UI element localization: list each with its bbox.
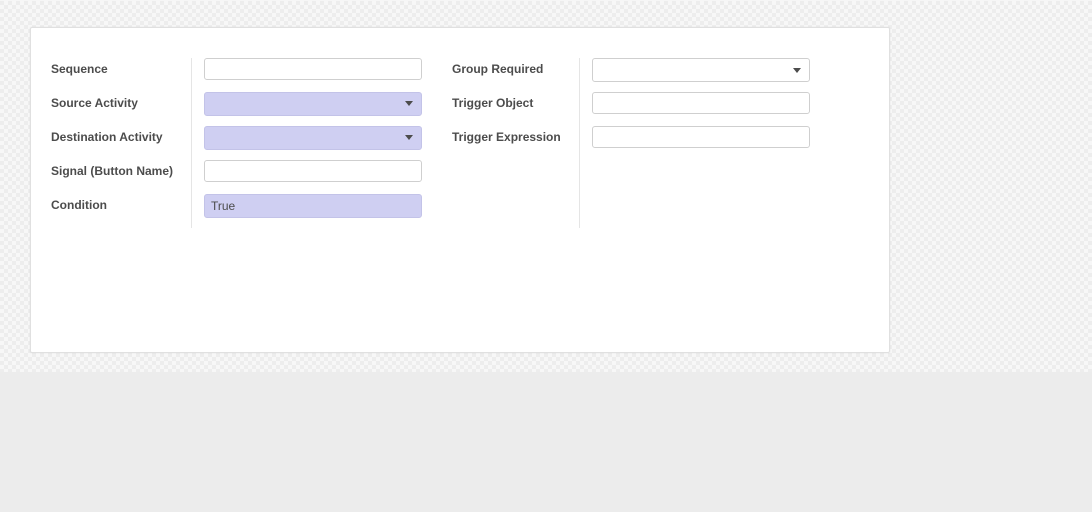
condition-input[interactable]: True [204, 194, 422, 218]
label-source-activity: Source Activity [51, 92, 173, 126]
trigger-object-input[interactable] [592, 92, 810, 114]
trigger-expression-input[interactable] [592, 126, 810, 148]
label-group-required: Group Required [452, 58, 561, 92]
destination-activity-select[interactable] [204, 126, 422, 150]
signal-input[interactable] [204, 160, 422, 182]
label-signal: Signal (Button Name) [51, 160, 173, 194]
sequence-input[interactable] [204, 58, 422, 80]
label-trigger-expression: Trigger Expression [452, 126, 561, 160]
label-destination-activity: Destination Activity [51, 126, 173, 160]
chevron-down-icon [793, 63, 801, 77]
chevron-down-icon [405, 135, 413, 141]
label-condition: Condition [51, 194, 173, 228]
label-trigger-object: Trigger Object [452, 92, 561, 126]
form-panel: Sequence Source Activity Destination Act… [30, 27, 890, 353]
group-required-select[interactable] [592, 58, 810, 82]
label-sequence: Sequence [51, 58, 173, 92]
chevron-down-icon [405, 101, 413, 107]
source-activity-select[interactable] [204, 92, 422, 116]
